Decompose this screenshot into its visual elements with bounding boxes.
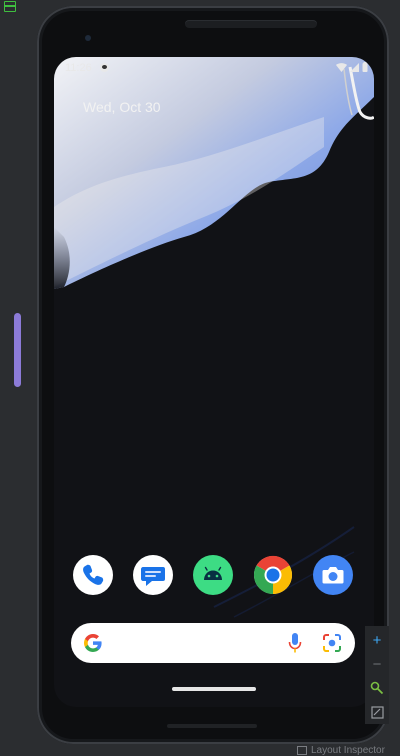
- phone-screen: 11:26 Wed, Oct 30: [54, 57, 374, 707]
- lens-icon[interactable]: [322, 633, 342, 653]
- signal-icon: [350, 62, 359, 72]
- emulator-window-icon[interactable]: [4, 1, 16, 12]
- side-panel-handle[interactable]: [14, 313, 21, 387]
- magnifier-icon: [370, 681, 384, 695]
- fit-screen-button[interactable]: [365, 700, 389, 724]
- camera-app-icon[interactable]: [313, 555, 353, 595]
- zoom-tool-button[interactable]: [365, 676, 389, 700]
- battery-icon: [362, 62, 368, 72]
- layout-inspector-label: Layout Inspector: [311, 745, 385, 756]
- wallpaper: [54, 57, 374, 618]
- zoom-in-button[interactable]: +: [365, 628, 389, 652]
- phone-bottom-edge: [167, 724, 257, 728]
- android-app-icon[interactable]: [193, 555, 233, 595]
- wifi-icon: [336, 62, 347, 72]
- dock: [54, 555, 374, 597]
- fit-screen-icon: [370, 705, 384, 719]
- zoom-panel: + −: [365, 626, 389, 724]
- phone-speaker: [185, 20, 317, 28]
- chrome-app-icon[interactable]: [253, 555, 293, 595]
- google-search-bar[interactable]: [71, 623, 355, 663]
- status-time: 11:26: [65, 62, 92, 74]
- date-widget[interactable]: Wed, Oct 30: [83, 99, 161, 115]
- mic-icon[interactable]: [288, 632, 302, 654]
- messages-app-icon[interactable]: [133, 555, 173, 595]
- front-camera: [85, 35, 91, 41]
- notification-icon: [100, 63, 109, 72]
- phone-app-icon[interactable]: [73, 555, 113, 595]
- zoom-out-button[interactable]: −: [365, 652, 389, 676]
- status-icons: [336, 62, 368, 72]
- layout-inspector-icon: [297, 745, 307, 755]
- google-g-icon[interactable]: [83, 633, 103, 653]
- layout-inspector-tab[interactable]: Layout Inspector: [297, 745, 385, 756]
- navigation-pill[interactable]: [172, 687, 256, 691]
